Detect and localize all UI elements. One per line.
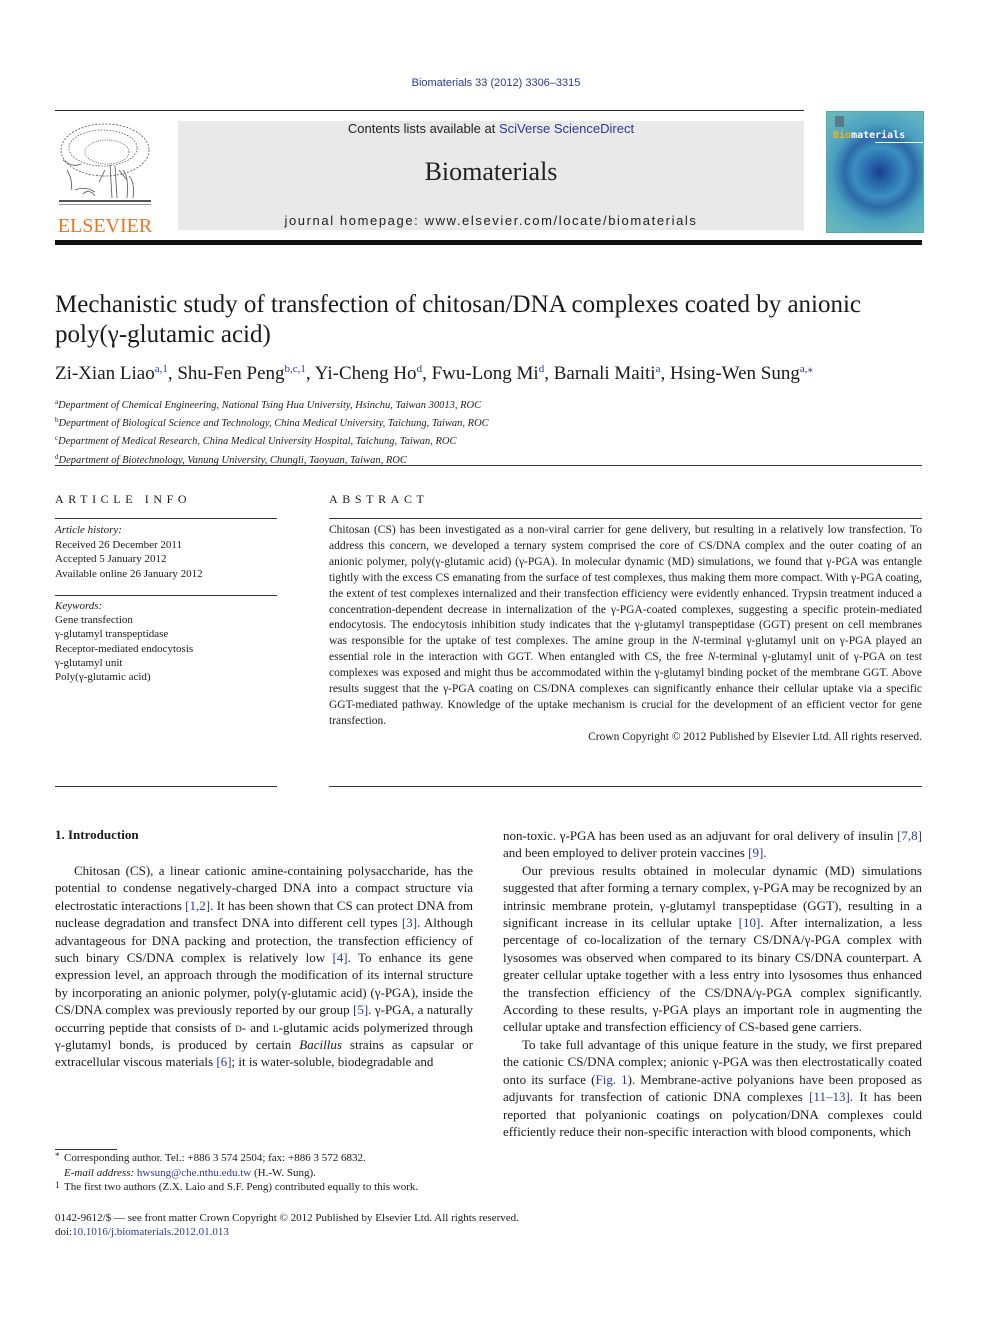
elsevier-wordmark: ELSEVIER: [57, 215, 153, 237]
citation-link[interactable]: [7,8]: [897, 828, 922, 843]
body-column-left: Chitosan (CS), a linear cationic amine-c…: [55, 862, 473, 1071]
affiliation: aDepartment of Chemical Engineering, Nat…: [55, 398, 482, 411]
doi-line: doi:10.1016/j.biomaterials.2012.01.013: [55, 1226, 229, 1239]
author-name[interactable]: Barnali Maiti: [554, 363, 656, 384]
author-affil-mark[interactable]: a,⁎: [800, 363, 813, 375]
author-affil-mark[interactable]: a,1: [155, 363, 168, 375]
history-item: Available online 26 January 2012: [55, 567, 203, 580]
front-matter-info: 0142-9612/$ — see front matter Crown Cop…: [55, 1211, 519, 1240]
author-name[interactable]: Yi-Cheng Ho: [315, 363, 417, 384]
contents-prefix: Contents lists available at: [347, 121, 499, 136]
abstract-heading: ABSTRACT: [329, 492, 429, 506]
footnote-rule: [55, 1149, 117, 1150]
citation-link[interactable]: [9]: [748, 845, 763, 860]
footnote-equal-contribution: 1 The first two authors (Z.X. Laio and S.…: [55, 1180, 419, 1194]
footnote-email: E-mail address: hwsung@che.nthu.edu.tw (…: [64, 1166, 316, 1179]
journal-reference-link[interactable]: Biomaterials 33 (2012) 3306–3315: [0, 77, 992, 89]
affiliations: aDepartment of Chemical Engineering, Nat…: [55, 395, 489, 468]
history-item: Accepted 5 January 2012: [55, 553, 167, 565]
paragraph: Our previous results obtained in molecul…: [503, 862, 923, 1035]
citation-link[interactable]: [5]: [353, 1002, 368, 1017]
elsevier-logo[interactable]: ELSEVIER: [55, 120, 155, 237]
paragraph: non-toxic. γ-PGA has been used as an adj…: [503, 828, 922, 861]
abstract-text: Chitosan (CS) has been investigated as a…: [329, 524, 923, 727]
citation-link[interactable]: [1,2]: [185, 898, 210, 913]
journal-banner: Contents lists available at SciVerse Sci…: [178, 121, 804, 230]
article-title: Mechanistic study of transfection of chi…: [55, 291, 862, 348]
author-name[interactable]: Zi-Xian Liao: [55, 363, 155, 384]
contents-line: Contents lists available at SciVerse Sci…: [178, 121, 804, 136]
figure-link[interactable]: Fig. 1: [595, 1072, 627, 1087]
divider: [55, 595, 277, 596]
cover-title: Biomaterials: [833, 130, 906, 141]
email-link[interactable]: hwsung@che.nthu.edu.tw: [137, 1167, 251, 1179]
journal-title: Biomaterials: [424, 157, 558, 186]
doi-link[interactable]: 10.1016/j.biomaterials.2012.01.013: [72, 1226, 229, 1238]
author-name[interactable]: Hsing-Wen Sung: [670, 363, 800, 384]
author-name[interactable]: Shu-Fen Peng: [177, 363, 284, 384]
keywords: Keywords: Gene transfection γ-glutamyl t…: [55, 599, 277, 684]
divider: [329, 518, 922, 519]
affiliation: cDepartment of Medical Research, China M…: [55, 434, 457, 448]
section-heading-introduction: 1. Introduction: [55, 827, 139, 842]
author-affil-mark[interactable]: a: [656, 363, 661, 375]
divider: [329, 786, 922, 787]
divider: [55, 786, 277, 787]
header-thick-rule: [55, 240, 922, 245]
author-name[interactable]: Fwu-Long Mi: [432, 363, 539, 384]
body-column-right: non-toxic. γ-PGA has been used as an adj…: [503, 827, 922, 1140]
keywords-label: Keywords:: [55, 600, 103, 612]
keyword: γ-glutamyl unit: [55, 656, 123, 669]
affiliation: bDepartment of Biological Science and Te…: [55, 416, 489, 430]
citation-link[interactable]: [11–13]: [809, 1089, 850, 1104]
journal-cover-image[interactable]: Biomaterials: [826, 111, 924, 233]
paragraph: To take full advantage of this unique fe…: [503, 1036, 923, 1139]
issn-line: 0142-9612/$ — see front matter Crown Cop…: [55, 1212, 519, 1224]
paragraph: Chitosan (CS), a linear cationic amine-c…: [55, 863, 473, 1070]
sciencedirect-link[interactable]: SciVerse ScienceDirect: [499, 121, 634, 136]
footnote-corresponding: * Corresponding author. Tel.: +886 3 574 …: [55, 1151, 366, 1164]
cover-publisher-icon: [835, 116, 844, 127]
footnotes: * Corresponding author. Tel.: +886 3 574 …: [55, 1151, 485, 1195]
citation-link[interactable]: [4]: [332, 950, 347, 965]
keyword: γ-glutamyl transpeptidase: [55, 628, 169, 641]
elsevier-tree-icon: [59, 123, 151, 205]
citation-link[interactable]: [6]: [216, 1054, 231, 1069]
author-list: Zi-Xian Liaoa,1, Shu-Fen Pengb,c,1, Yi-C…: [55, 363, 813, 384]
abstract-copyright: Crown Copyright © 2012 Published by Else…: [588, 730, 922, 743]
author-affil-mark[interactable]: d: [539, 363, 545, 375]
header-rule: [55, 110, 804, 111]
section-divider: [55, 465, 922, 466]
cover-rule: [875, 142, 923, 143]
history-item: Received 26 December 2011: [55, 538, 182, 551]
author-affil-mark[interactable]: b,c,1: [285, 363, 306, 375]
author-affil-mark[interactable]: d: [417, 363, 423, 375]
article-info-heading: ARTICLE INFO: [55, 492, 192, 506]
keyword: Poly(γ-glutamic acid): [55, 671, 151, 684]
keyword: Gene transfection: [55, 614, 133, 627]
journal-homepage-link[interactable]: journal homepage: www.elsevier.com/locat…: [178, 213, 804, 228]
keyword: Receptor-mediated endocytosis: [55, 642, 194, 655]
abstract-body: Chitosan (CS) has been investigated as a…: [329, 523, 922, 746]
citation-link[interactable]: [3]: [402, 915, 417, 930]
divider: [55, 518, 277, 519]
history-label: Article history:: [55, 524, 122, 536]
citation-link[interactable]: [10]: [739, 915, 761, 930]
article-history: Article history: Received 26 December 20…: [55, 523, 277, 581]
